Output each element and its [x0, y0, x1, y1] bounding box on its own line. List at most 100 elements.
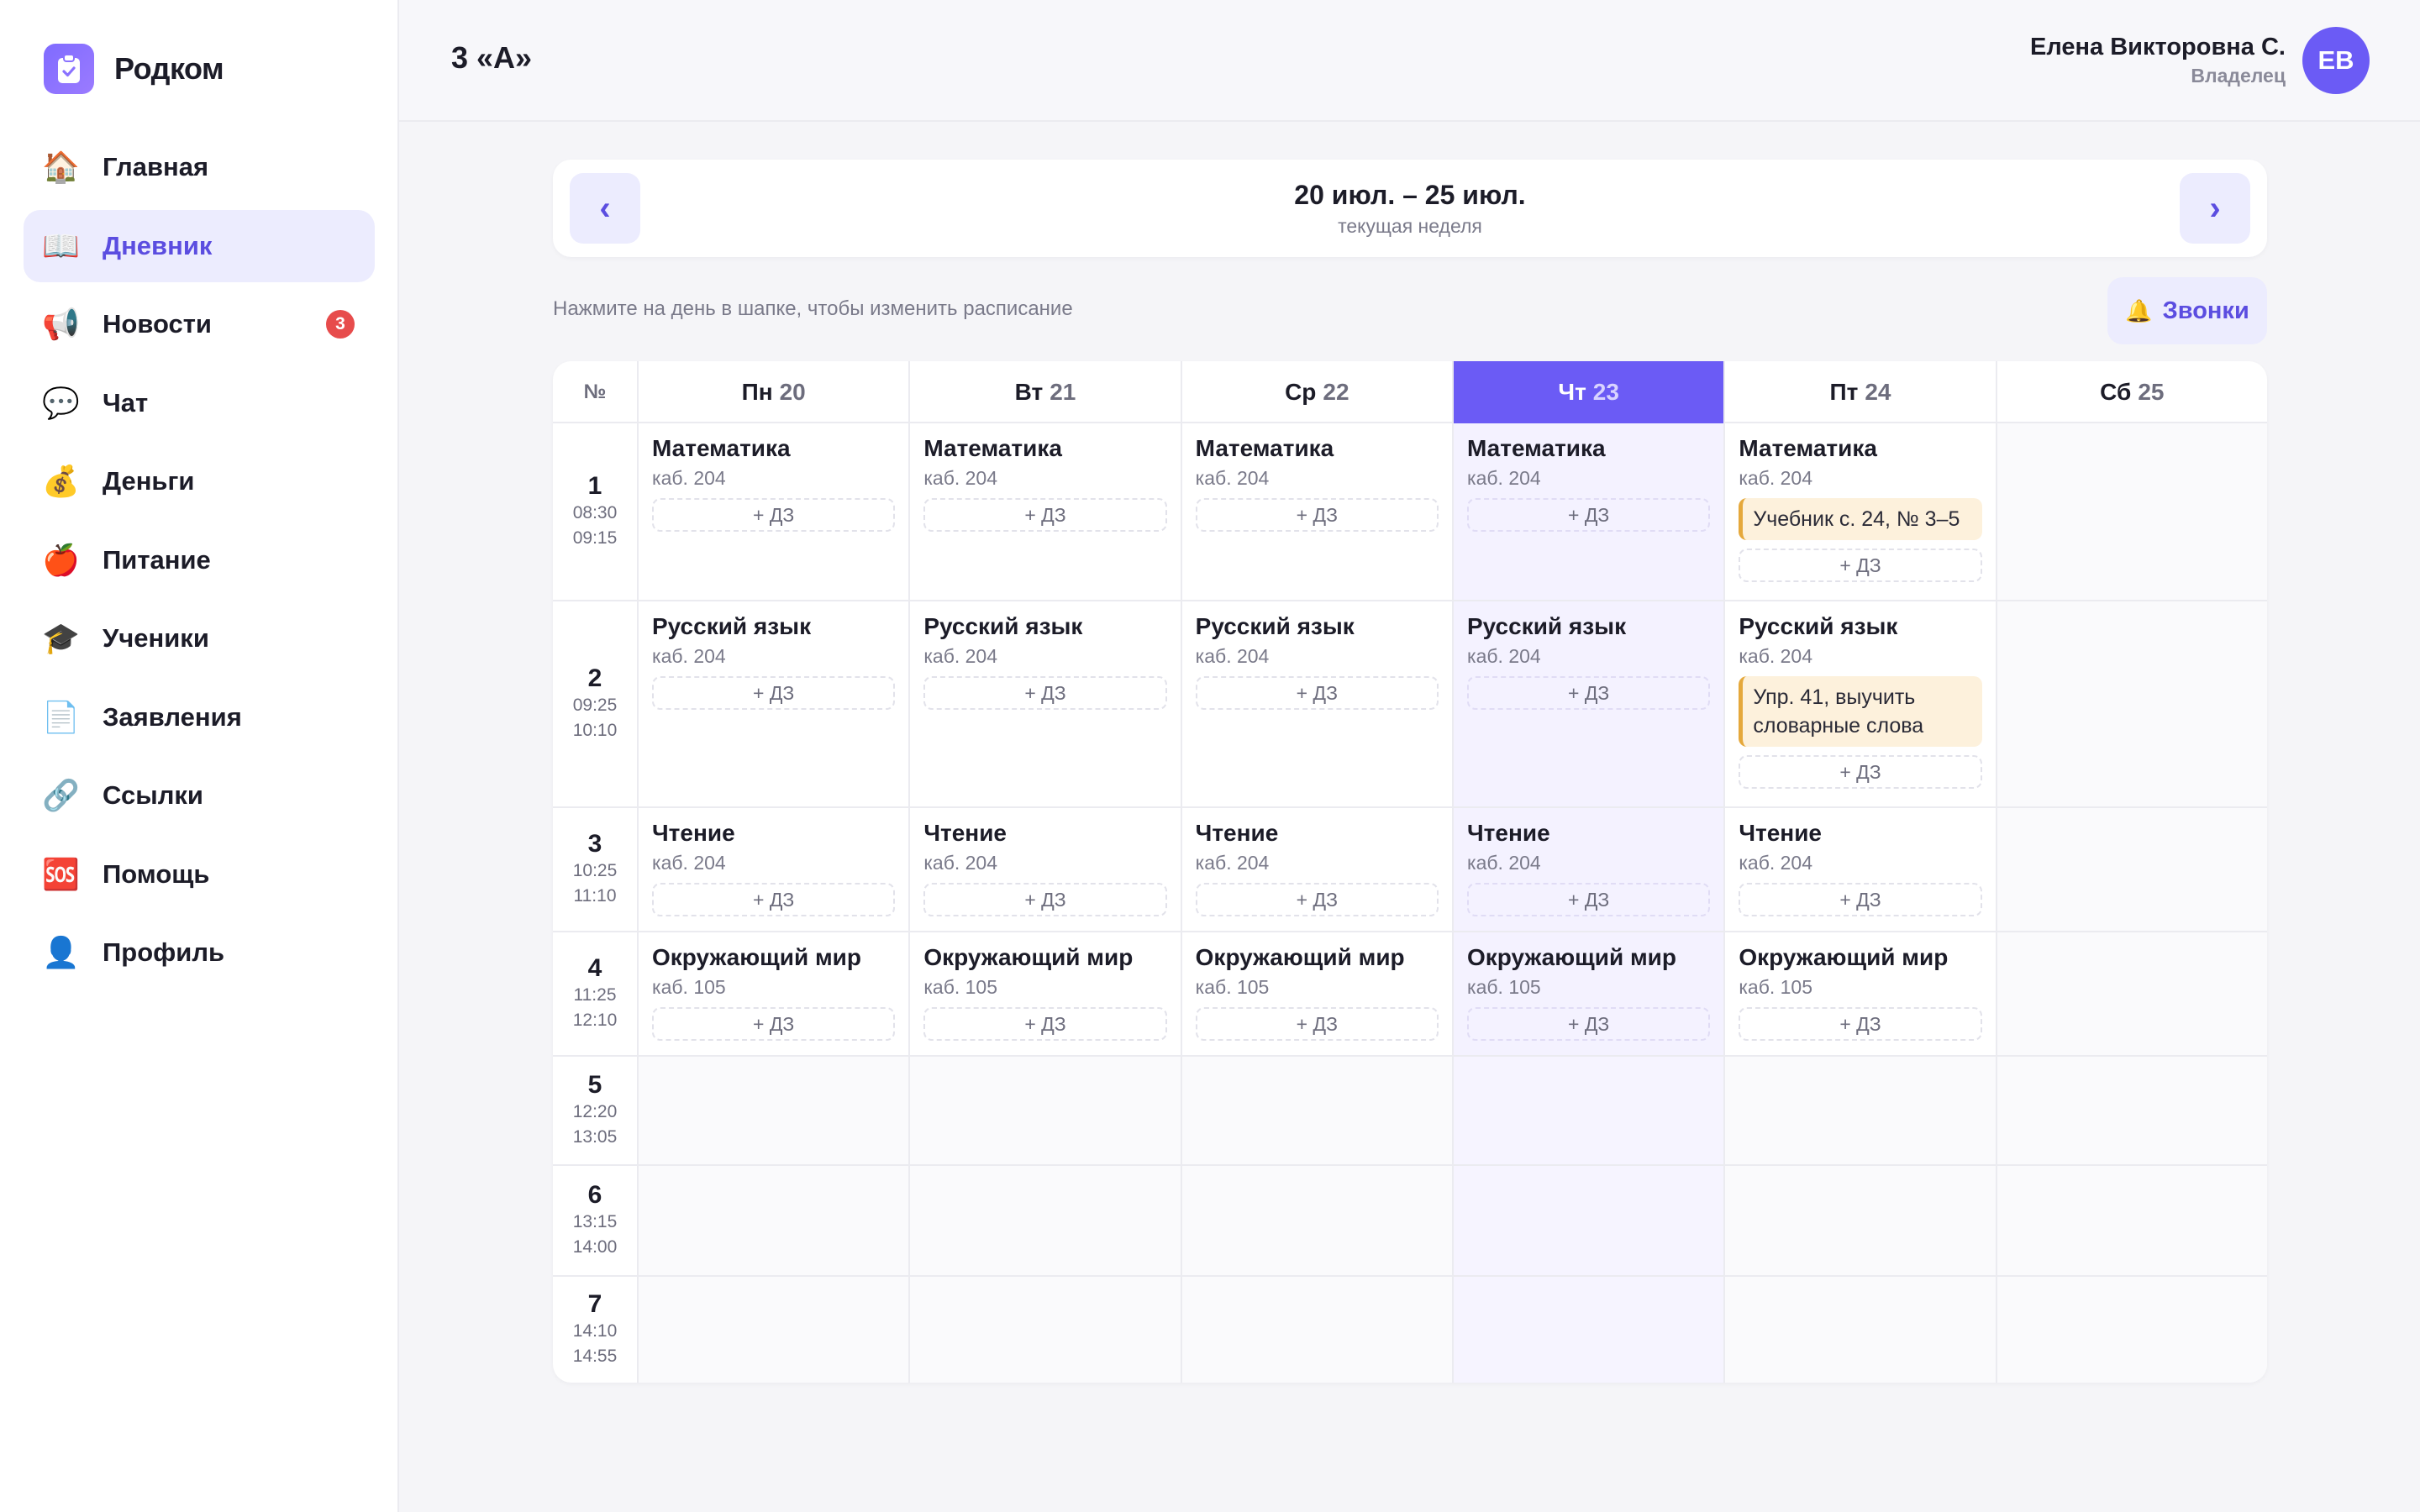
- subject-name: Математика: [652, 435, 791, 461]
- lesson-end-time: 10:10: [572, 721, 618, 740]
- empty-cell[interactable]: [1723, 1277, 1996, 1383]
- empty-cell[interactable]: [1723, 1166, 1996, 1275]
- add-homework-button[interactable]: + ДЗ: [1195, 883, 1439, 916]
- lesson-start-time: 13:15: [572, 1212, 618, 1231]
- room-number: каб. 204: [652, 645, 726, 667]
- sidebar-item-label: Заявления: [103, 701, 242, 732]
- schedule-hint: Нажмите на день в шапке, чтобы изменить …: [553, 297, 1073, 320]
- add-homework-button[interactable]: + ДЗ: [1467, 1007, 1711, 1041]
- day-header[interactable]: Пт 24: [1723, 361, 1995, 423]
- add-homework-button[interactable]: + ДЗ: [1739, 755, 1982, 789]
- sidebar-item[interactable]: 🆘 Помощь: [24, 838, 375, 911]
- next-week-button[interactable]: ›: [2180, 173, 2250, 244]
- sidebar-item[interactable]: 💰 Деньги: [24, 445, 375, 517]
- day-header[interactable]: Ср 22: [1180, 361, 1452, 423]
- empty-cell[interactable]: [1995, 932, 2267, 1055]
- sidebar-item[interactable]: 🏠 Главная: [24, 131, 375, 203]
- empty-cell[interactable]: [637, 1057, 909, 1164]
- add-homework-button[interactable]: + ДЗ: [652, 498, 896, 532]
- sidebar-item[interactable]: 📖 Дневник: [24, 209, 375, 282]
- subject-name: Чтение: [1195, 820, 1279, 846]
- day-number: 22: [1323, 379, 1349, 405]
- sidebar-item[interactable]: 📄 Заявления: [24, 681, 375, 753]
- sidebar-item[interactable]: 📢 Новости 3: [24, 288, 375, 360]
- empty-cell[interactable]: [1995, 1166, 2267, 1275]
- empty-cell[interactable]: [1995, 601, 2267, 806]
- link-icon: 🔗: [42, 778, 80, 812]
- empty-cell[interactable]: [1180, 1166, 1452, 1275]
- add-homework-button[interactable]: + ДЗ: [1467, 676, 1711, 710]
- empty-cell[interactable]: [1995, 808, 2267, 931]
- add-homework-button[interactable]: + ДЗ: [1195, 676, 1439, 710]
- day-header[interactable]: Вт 21: [908, 361, 1180, 423]
- add-homework-button[interactable]: + ДЗ: [923, 1007, 1167, 1041]
- add-homework-button[interactable]: + ДЗ: [652, 1007, 896, 1041]
- lesson-cell: Окружающий мир каб. 105 + ДЗ: [908, 932, 1180, 1055]
- add-homework-button[interactable]: + ДЗ: [923, 883, 1167, 916]
- add-homework-button[interactable]: + ДЗ: [1739, 883, 1982, 916]
- add-homework-button[interactable]: + ДЗ: [923, 498, 1167, 532]
- bells-button[interactable]: 🔔 Звонки: [2107, 277, 2267, 344]
- sidebar-item-label: Чат: [103, 387, 149, 417]
- empty-cell[interactable]: [908, 1277, 1181, 1383]
- lesson-end-time: 11:10: [573, 886, 617, 906]
- add-homework-button[interactable]: + ДЗ: [923, 676, 1167, 710]
- empty-cell[interactable]: [637, 1166, 909, 1275]
- avatar[interactable]: ЕВ: [2302, 27, 2370, 94]
- room-number: каб. 204: [1467, 852, 1541, 874]
- room-number: каб. 204: [1467, 645, 1541, 667]
- empty-cell[interactable]: [1452, 1277, 1724, 1383]
- subject-name: Чтение: [652, 820, 735, 846]
- empty-cell[interactable]: [908, 1166, 1181, 1275]
- lesson-cell: Математика каб. 204 + ДЗ: [908, 423, 1180, 600]
- add-homework-button[interactable]: + ДЗ: [1739, 549, 1982, 582]
- empty-cell[interactable]: [1180, 1057, 1452, 1164]
- subject-name: Математика: [1739, 435, 1877, 461]
- user-menu[interactable]: Елена Викторовна С. Владелец ЕВ: [2030, 27, 2370, 94]
- bells-label: Звонки: [2162, 297, 2249, 324]
- lesson-start-time: 09:25: [572, 696, 618, 715]
- sidebar-item[interactable]: 🔗 Ссылки: [24, 759, 375, 832]
- sidebar-item[interactable]: 🎓 Ученики: [24, 602, 375, 675]
- empty-cell[interactable]: [1180, 1277, 1452, 1383]
- day-name: Пт: [1829, 379, 1859, 405]
- homework-note[interactable]: Учебник с. 24, № 3–5: [1739, 498, 1982, 540]
- sidebar-item[interactable]: 👤 Профиль: [24, 916, 375, 989]
- add-homework-button[interactable]: + ДЗ: [1195, 1007, 1439, 1041]
- lesson-number: 4: [587, 954, 602, 982]
- empty-cell[interactable]: [1995, 1057, 2267, 1164]
- subject-name: Русский язык: [1739, 613, 1898, 639]
- subject-name: Окружающий мир: [923, 944, 1134, 970]
- subject-name: Окружающий мир: [1467, 944, 1676, 970]
- lesson-slot: 4 11:25 12:10: [553, 932, 637, 1055]
- add-homework-button[interactable]: + ДЗ: [652, 676, 896, 710]
- sidebar-item[interactable]: 🍎 Питание: [24, 524, 375, 596]
- empty-cell[interactable]: [1995, 1277, 2267, 1383]
- empty-cell[interactable]: [1452, 1166, 1724, 1275]
- unread-badge: 3: [326, 310, 355, 339]
- add-homework-button[interactable]: + ДЗ: [1195, 498, 1439, 532]
- room-number: каб. 105: [1195, 976, 1270, 998]
- empty-cell[interactable]: [1452, 1057, 1724, 1164]
- sidebar-item-label: Ссылки: [103, 780, 203, 810]
- sidebar-item[interactable]: 💬 Чат: [24, 367, 375, 439]
- schedule-header-row: № Пн 20 Вт 21 Ср 22 Чт 23 Пт 24 Сб 25: [553, 361, 2267, 423]
- empty-cell[interactable]: [1995, 423, 2267, 600]
- room-number: каб. 204: [1195, 852, 1270, 874]
- lesson-start-time: 08:30: [572, 503, 618, 522]
- empty-cell[interactable]: [1723, 1057, 1996, 1164]
- empty-cell[interactable]: [908, 1057, 1181, 1164]
- sos-icon: 🆘: [42, 856, 80, 891]
- add-homework-button[interactable]: + ДЗ: [1467, 498, 1711, 532]
- day-header[interactable]: Чт 23: [1452, 361, 1724, 423]
- homework-note[interactable]: Упр. 41, выучить словарные слова: [1739, 676, 1982, 747]
- day-header[interactable]: Сб 25: [1995, 361, 2267, 423]
- add-homework-button[interactable]: + ДЗ: [652, 883, 896, 916]
- day-header[interactable]: Пн 20: [637, 361, 908, 423]
- brand[interactable]: Родком: [44, 44, 224, 94]
- empty-cell[interactable]: [637, 1277, 909, 1383]
- add-homework-button[interactable]: + ДЗ: [1467, 883, 1711, 916]
- add-homework-button[interactable]: + ДЗ: [1739, 1007, 1982, 1041]
- clipboard-check-icon: [44, 44, 94, 94]
- subject-name: Математика: [1467, 435, 1606, 461]
